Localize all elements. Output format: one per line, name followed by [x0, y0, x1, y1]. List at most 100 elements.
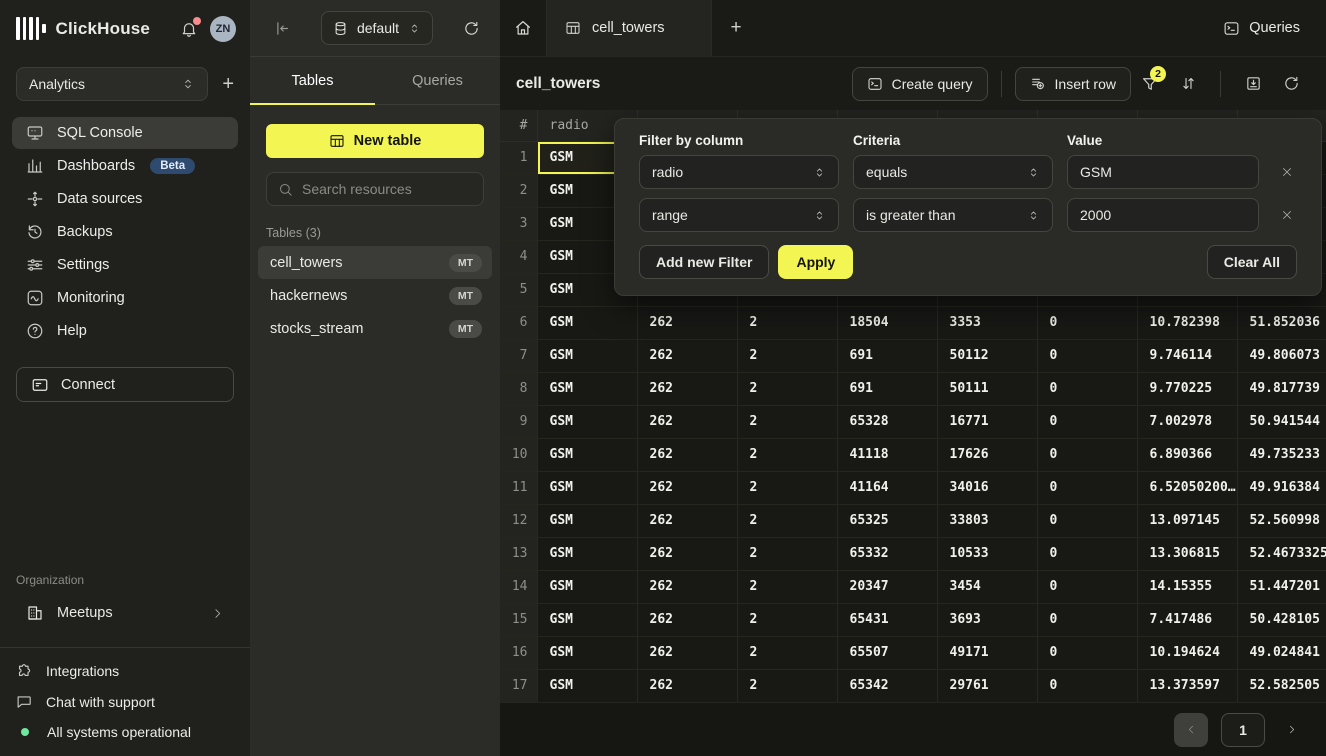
table-cell[interactable]: 262 — [637, 438, 737, 471]
remove-filter-icon[interactable] — [1281, 166, 1293, 178]
table-cell[interactable]: GSM — [537, 669, 637, 702]
row-number[interactable]: 7 — [500, 339, 537, 372]
table-cell[interactable]: 17626 — [937, 438, 1037, 471]
table-cell[interactable]: 9.746114 — [1137, 339, 1237, 372]
brand[interactable]: ClickHouse — [16, 17, 150, 41]
row-number[interactable]: 12 — [500, 504, 537, 537]
table-cell[interactable]: 0 — [1037, 339, 1137, 372]
table-cell[interactable]: 9.770225 — [1137, 372, 1237, 405]
table-cell[interactable]: 0 — [1037, 603, 1137, 636]
row-number[interactable]: 16 — [500, 636, 537, 669]
search-input[interactable] — [302, 181, 472, 197]
table-cell[interactable]: 2 — [737, 636, 837, 669]
table-cell[interactable]: 2 — [737, 669, 837, 702]
integrations-link[interactable]: Integrations — [16, 662, 234, 679]
row-number[interactable]: 11 — [500, 471, 537, 504]
table-cell[interactable]: 7.002978 — [1137, 405, 1237, 438]
row-number[interactable]: 17 — [500, 669, 537, 702]
sidebar-item-help[interactable]: Help — [12, 315, 238, 347]
table-cell[interactable]: 6.52050200… — [1137, 471, 1237, 504]
table-cell[interactable]: GSM — [537, 372, 637, 405]
table-cell[interactable]: 52.560998 — [1237, 504, 1326, 537]
table-cell[interactable]: 262 — [637, 471, 737, 504]
avatar[interactable]: ZN — [210, 16, 236, 42]
filter-value-input[interactable]: GSM — [1067, 155, 1259, 189]
table-cell[interactable]: GSM — [537, 636, 637, 669]
apply-filter-button[interactable]: Apply — [778, 245, 853, 279]
table-cell[interactable]: 262 — [637, 339, 737, 372]
previous-page-button[interactable] — [1174, 713, 1208, 747]
table-cell[interactable]: 2 — [737, 438, 837, 471]
table-cell[interactable]: 50.428105 — [1237, 603, 1326, 636]
table-cell[interactable]: 262 — [637, 603, 737, 636]
table-cell[interactable]: 49171 — [937, 636, 1037, 669]
table-cell[interactable]: 0 — [1037, 306, 1137, 339]
table-cell[interactable]: 16771 — [937, 405, 1037, 438]
table-cell[interactable]: 51.852036 — [1237, 306, 1326, 339]
table-cell[interactable]: 691 — [837, 339, 937, 372]
table-list-item-cell-towers[interactable]: cell_towers MT — [258, 246, 492, 279]
table-cell[interactable]: 262 — [637, 636, 737, 669]
table-cell[interactable]: 0 — [1037, 537, 1137, 570]
queries-button[interactable]: Queries — [1197, 0, 1326, 56]
table-list-item-hackernews[interactable]: hackernews MT — [258, 279, 492, 312]
row-number[interactable]: 2 — [500, 174, 537, 207]
row-number-header[interactable]: # — [500, 110, 537, 141]
table-cell[interactable]: GSM — [537, 438, 637, 471]
table-cell[interactable]: 13.306815 — [1137, 537, 1237, 570]
table-cell[interactable]: 65342 — [837, 669, 937, 702]
table-cell[interactable]: 0 — [1037, 636, 1137, 669]
table-cell[interactable]: GSM — [537, 603, 637, 636]
table-cell[interactable]: 0 — [1037, 471, 1137, 504]
tab-cell-towers[interactable]: cell_towers — [547, 0, 712, 56]
row-number[interactable]: 15 — [500, 603, 537, 636]
sort-button[interactable] — [1169, 67, 1207, 101]
row-number[interactable]: 10 — [500, 438, 537, 471]
sidebar-item-settings[interactable]: Settings — [12, 249, 238, 281]
table-cell[interactable]: 691 — [837, 372, 937, 405]
table-cell[interactable]: 2 — [737, 537, 837, 570]
table-cell[interactable]: 262 — [637, 570, 737, 603]
sidebar-item-backups[interactable]: Backups — [12, 216, 238, 248]
table-cell[interactable]: 0 — [1037, 669, 1137, 702]
table-cell[interactable]: 2 — [737, 570, 837, 603]
system-status[interactable]: All systems operational — [16, 724, 234, 740]
sidebar-item-monitoring[interactable]: Monitoring — [12, 282, 238, 314]
table-cell[interactable]: 50.941544 — [1237, 405, 1326, 438]
workspace-select[interactable]: Analytics — [16, 67, 208, 101]
table-cell[interactable]: 262 — [637, 372, 737, 405]
chat-support-link[interactable]: Chat with support — [16, 693, 234, 710]
table-cell[interactable]: 34016 — [937, 471, 1037, 504]
table-cell[interactable]: GSM — [537, 471, 637, 504]
table-cell[interactable]: 262 — [637, 669, 737, 702]
table-cell[interactable]: 49.806073 — [1237, 339, 1326, 372]
filter-column-select[interactable]: range — [639, 198, 839, 232]
clear-all-filters-button[interactable]: Clear All — [1207, 245, 1297, 279]
connect-button[interactable]: Connect — [16, 367, 234, 402]
table-cell[interactable]: 33803 — [937, 504, 1037, 537]
table-cell[interactable]: 2 — [737, 372, 837, 405]
new-tab-button[interactable]: + — [712, 0, 760, 56]
table-cell[interactable]: 29761 — [937, 669, 1037, 702]
row-number[interactable]: 14 — [500, 570, 537, 603]
row-number[interactable]: 8 — [500, 372, 537, 405]
table-cell[interactable]: GSM — [537, 339, 637, 372]
sidebar-item-data-sources[interactable]: Data sources — [12, 183, 238, 215]
table-cell[interactable]: 2 — [737, 603, 837, 636]
current-page-indicator[interactable]: 1 — [1221, 713, 1265, 747]
row-number[interactable]: 9 — [500, 405, 537, 438]
table-cell[interactable]: 0 — [1037, 405, 1137, 438]
table-cell[interactable]: 262 — [637, 537, 737, 570]
table-cell[interactable]: 0 — [1037, 372, 1137, 405]
table-cell[interactable]: GSM — [537, 504, 637, 537]
table-cell[interactable]: GSM — [537, 570, 637, 603]
tab-tables[interactable]: Tables — [250, 57, 375, 104]
table-cell[interactable]: 0 — [1037, 438, 1137, 471]
table-cell[interactable]: 2 — [737, 339, 837, 372]
download-button[interactable] — [1234, 67, 1272, 101]
table-cell[interactable]: 51.447201 — [1237, 570, 1326, 603]
table-cell[interactable]: 0 — [1037, 570, 1137, 603]
table-cell[interactable]: 49.916384 — [1237, 471, 1326, 504]
table-cell[interactable]: 65431 — [837, 603, 937, 636]
tab-queries[interactable]: Queries — [375, 57, 500, 104]
